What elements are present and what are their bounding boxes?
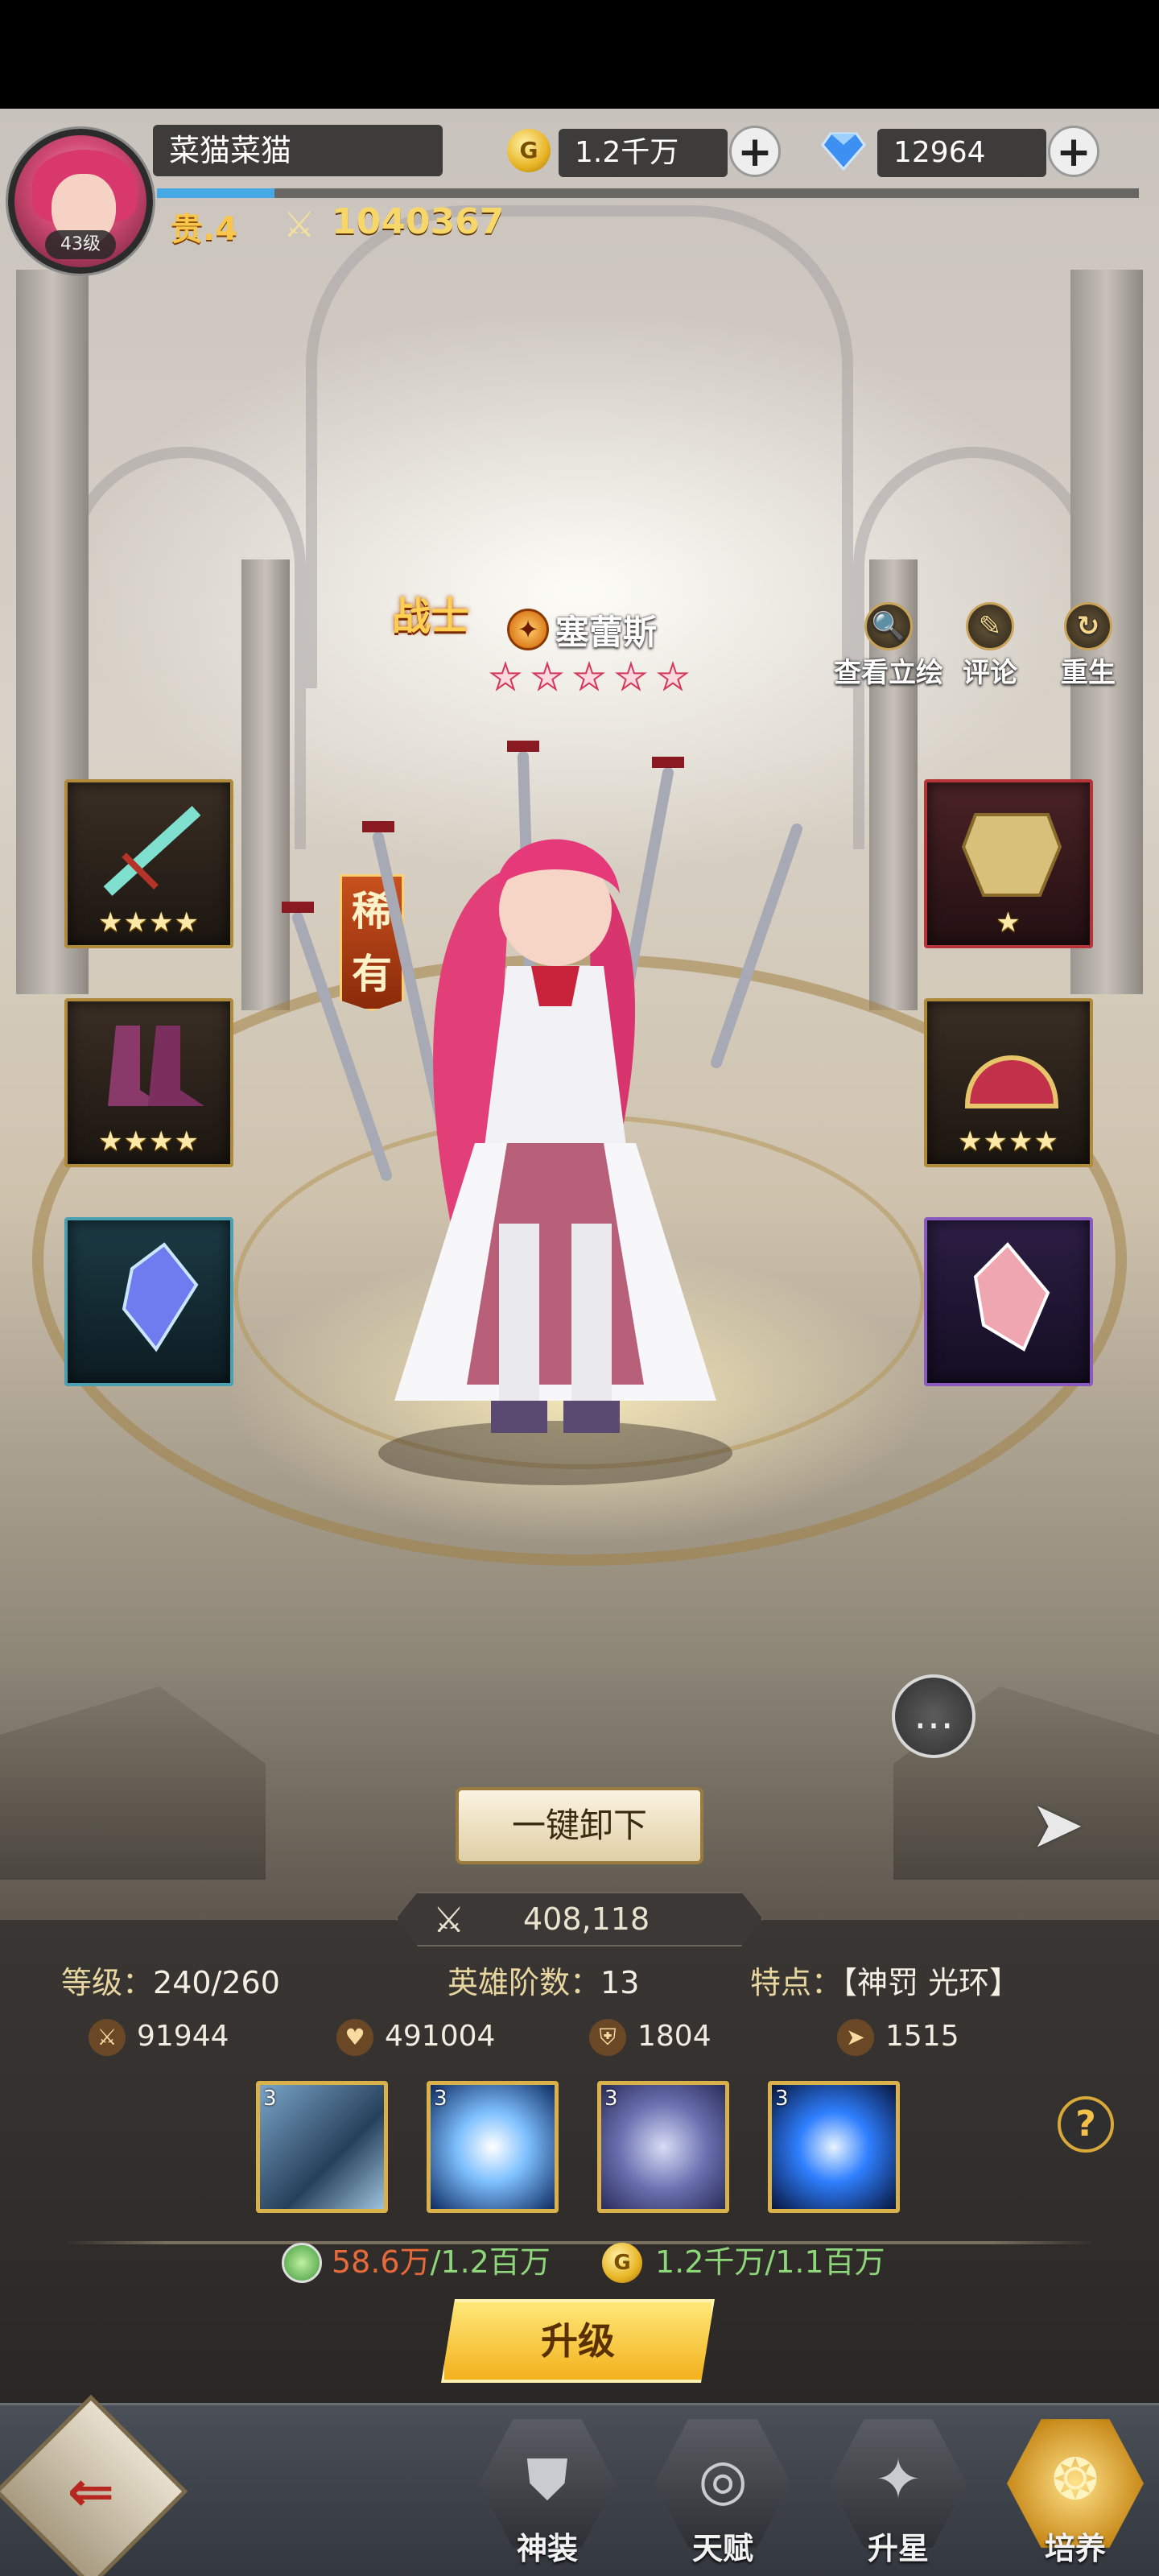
skill-level: 3 — [604, 2087, 618, 2111]
total-combat-power: 1040367 — [332, 201, 505, 242]
unequip-all-button[interactable]: 一键卸下 — [456, 1787, 703, 1864]
status-bar-area — [0, 0, 1159, 109]
add-diamond-button[interactable]: + — [1048, 126, 1099, 177]
view-portrait-label: 查看立绘 — [834, 657, 943, 689]
nav-tab-train[interactable]: ❂ 培养 — [1003, 2415, 1148, 2576]
hero-class-badge: 战士 — [391, 594, 469, 639]
skill-level: 3 — [434, 2087, 448, 2111]
player-level-badge: 43级 — [45, 230, 116, 259]
attack-icon: ⚔ — [89, 2019, 126, 2056]
hero-level: 等级：240/260 — [61, 1965, 280, 2000]
faction-icon: ✦ — [507, 609, 549, 650]
star-icon: ★ — [530, 657, 563, 698]
diamond-icon — [821, 132, 866, 171]
nav-tab-divine-gear[interactable]: ⛊ 神装 — [475, 2415, 620, 2576]
boots-star-rating: ★★★★ — [98, 1125, 200, 1158]
equip-slot-crystal-blue[interactable] — [64, 1217, 233, 1386]
exit-arrow-icon: ⇐ — [67, 2458, 115, 2524]
nav-tab-label: 天赋 — [691, 2531, 753, 2566]
rebirth-label: 重生 — [1061, 657, 1116, 689]
chat-bubble-icon[interactable]: … — [892, 1674, 975, 1758]
hero-power-value: 408,118 — [523, 1901, 650, 1937]
exp-potion-cost: 58.6万/1.2百万 — [332, 2244, 551, 2280]
edit-icon: ✎ — [966, 602, 1014, 650]
star-icon: ★ — [656, 657, 689, 698]
stat-health: ♥ 491004 — [336, 2019, 495, 2056]
equip-slot-helmet[interactable]: ★★★★ — [924, 998, 1093, 1167]
nav-tab-label: 神装 — [516, 2531, 578, 2566]
nav-tab-label: 培养 — [1044, 2531, 1106, 2566]
gold-cost: 1.2千万/1.1百万 — [655, 2244, 885, 2280]
armor-icon — [961, 813, 1062, 897]
refresh-icon: ↻ — [1064, 602, 1112, 650]
player-name: 菜猫菜猫 — [153, 125, 443, 176]
skill-level: 3 — [263, 2087, 277, 2111]
blue-crystal-icon — [122, 1242, 199, 1352]
vip-level[interactable]: 贵.4 — [171, 203, 237, 250]
equip-slot-weapon[interactable]: ★★★★ — [64, 779, 233, 948]
hero-traits: 特点：【神罚 光环】 — [750, 1965, 1021, 2000]
gold-coin-icon: G — [507, 129, 551, 172]
equip-slot-boots[interactable]: ★★★★ — [64, 998, 233, 1167]
equip-slot-armor[interactable]: ★ — [924, 779, 1093, 948]
comment-label: 评论 — [963, 657, 1017, 689]
stat-defense: ⛨ 1804 — [589, 2019, 711, 2056]
upgrade-button[interactable]: 升级 — [441, 2299, 715, 2383]
equip-slot-crystal-pink[interactable] — [924, 1217, 1093, 1386]
hero-character-figure[interactable] — [266, 724, 845, 1497]
diamond-amount: 12964 — [877, 129, 1046, 177]
speed-icon: ➤ — [837, 2019, 874, 2056]
skill-slot-4[interactable]: 3 — [768, 2081, 900, 2213]
exp-progress-bar — [157, 188, 1139, 198]
exp-potion-icon — [282, 2243, 322, 2283]
next-hero-arrow-icon[interactable]: ➤ — [1030, 1787, 1084, 1862]
panel-divider — [64, 2241, 1095, 2244]
nav-tab-label: 升星 — [867, 2531, 929, 2566]
star-icon: ★ — [489, 657, 522, 698]
sword-icon — [103, 806, 201, 896]
armor-star-rating: ★ — [996, 906, 1021, 939]
gold-amount: 1.2千万 — [559, 129, 728, 177]
boots-icon — [108, 1026, 204, 1106]
rebirth-button[interactable]: ↻ 重生 — [1061, 602, 1116, 690]
gold-coin-icon: G — [602, 2243, 642, 2283]
magnifier-icon: 🔍 — [864, 602, 913, 650]
hero-rank: 英雄阶数：13 — [448, 1965, 640, 2000]
skill-slot-3[interactable]: 3 — [597, 2081, 729, 2213]
helmet-star-rating: ★★★★ — [958, 1125, 1059, 1158]
hero-combat-power: ⚔ 408,118 — [396, 1892, 763, 1946]
exp-progress-fill — [157, 188, 275, 198]
help-question-icon[interactable]: ? — [1058, 2096, 1114, 2153]
hero-name: 塞蕾斯 — [555, 613, 658, 652]
shield-icon: ⛨ — [589, 2019, 626, 2056]
crossed-swords-icon: ⚔ — [283, 204, 316, 246]
pink-crystal-icon — [973, 1242, 1050, 1352]
view-portrait-button[interactable]: 🔍 查看立绘 — [834, 602, 943, 690]
skill-level: 3 — [775, 2087, 789, 2111]
stat-attack: ⚔ 91944 — [89, 2019, 229, 2056]
nav-tab-star-up[interactable]: ✦ 升星 — [826, 2415, 971, 2576]
skill-slot-2[interactable]: 3 — [427, 2081, 559, 2213]
add-gold-button[interactable]: + — [729, 126, 781, 177]
skill-slot-1[interactable]: 3 — [256, 2081, 388, 2213]
weapon-star-rating: ★★★★ — [98, 906, 200, 939]
heart-icon: ♥ — [336, 2019, 373, 2056]
stat-speed: ➤ 1515 — [837, 2019, 959, 2056]
comment-button[interactable]: ✎ 评论 — [963, 602, 1017, 690]
hero-star-rating: ★ ★ ★ ★ ★ — [486, 658, 703, 699]
star-icon: ★ — [614, 657, 647, 698]
crossed-swords-icon: ⚔ — [433, 1900, 465, 1941]
star-icon: ★ — [572, 657, 605, 698]
nav-tab-talent[interactable]: ◎ 天赋 — [650, 2415, 795, 2576]
helmet-icon — [964, 1055, 1059, 1108]
